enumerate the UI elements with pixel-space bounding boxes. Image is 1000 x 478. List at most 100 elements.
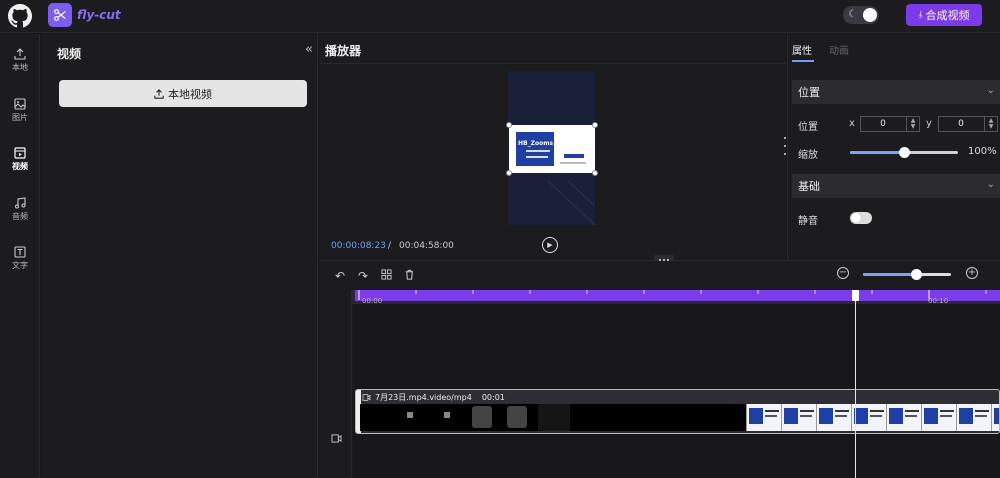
redo-icon[interactable]: ↷ <box>358 269 368 283</box>
position-y-input[interactable]: 0 ▲ ▼ <box>938 116 998 132</box>
section-position[interactable]: 位置 ⌄ <box>792 80 1000 104</box>
clip-frame <box>991 404 999 431</box>
stepper-icon[interactable]: ▲ ▼ <box>984 117 997 131</box>
scale-slider-fill <box>850 151 904 154</box>
section-basic[interactable]: 基础 ⌄ <box>792 174 1000 198</box>
undo-icon[interactable]: ↶ <box>335 269 345 283</box>
nav-item-label: 视频 <box>12 161 28 171</box>
zoom-in-icon[interactable]: + <box>966 267 978 279</box>
video-clip[interactable]: 7月23日.mp4.video/mp4 00:01 <box>355 389 1000 434</box>
video-icon <box>14 146 26 159</box>
total-time: 00:04:58:00 <box>399 241 454 251</box>
x-axis-label: x <box>849 118 855 129</box>
clip-thumbnails <box>360 404 999 431</box>
current-time: 00:00:08:23 <box>331 241 386 251</box>
text-icon <box>14 245 26 258</box>
playhead-line[interactable] <box>855 290 856 478</box>
zoom-out-icon[interactable]: − <box>837 267 849 279</box>
mute-label: 静音 <box>798 216 818 227</box>
delete-icon[interactable] <box>404 269 415 283</box>
clip-frame <box>746 404 781 431</box>
library-panel: 视频 « 本地视频 <box>41 34 318 478</box>
scale-value: 100% <box>968 146 997 157</box>
video-track-icon <box>331 434 342 446</box>
section-position-label: 位置 <box>798 86 820 99</box>
player-panel: 播放器 HB_Zooms 项目 00:00:08:23 / 00:04:58:0… <box>319 34 786 260</box>
zoom-slider-fill <box>863 273 916 276</box>
clip-frame <box>472 406 492 428</box>
export-video-button[interactable]: ⤓ 合成视频 <box>906 4 982 26</box>
dot <box>784 145 786 147</box>
clip-frame <box>851 404 886 431</box>
resize-handle-bottom-left[interactable] <box>506 170 512 176</box>
player-divider <box>319 63 786 64</box>
nav-item-audio[interactable]: 音频 <box>0 191 40 227</box>
download-icon: ⤓ <box>918 10 923 20</box>
nav-item-local[interactable]: 本地 <box>0 42 40 78</box>
scale-label: 缩放 <box>798 150 818 161</box>
split-icon[interactable] <box>381 269 392 283</box>
preview-text-line <box>560 162 586 164</box>
github-icon[interactable] <box>8 4 32 28</box>
top-bar: fly-cut ☾ ⤓ 合成视频 <box>0 0 1000 33</box>
theme-toggle[interactable]: ☾ <box>843 6 879 24</box>
local-video-button[interactable]: 本地视频 <box>59 80 307 107</box>
nav-item-label: 本地 <box>12 62 28 72</box>
app-name: fly-cut <box>77 8 121 22</box>
image-icon <box>14 97 26 110</box>
time-separator: / <box>388 241 392 251</box>
resize-handle-bottom-right[interactable] <box>592 170 598 176</box>
video-element-selection[interactable]: HB_Zooms 项目 <box>506 122 598 176</box>
nav-item-video[interactable]: 视频 <box>0 141 40 177</box>
play-icon: ▶ <box>547 241 553 249</box>
tab-animation[interactable]: 动画 <box>829 42 849 57</box>
clip-frame <box>956 404 991 431</box>
video-clip-icon <box>362 394 371 401</box>
library-title: 视频 <box>57 47 82 61</box>
preview-button <box>564 154 584 158</box>
playhead-handle[interactable] <box>852 290 859 301</box>
nav-item-text[interactable]: 文字 <box>0 240 40 276</box>
active-tab-indicator <box>792 60 814 62</box>
clip-frame <box>781 404 816 431</box>
tab-attributes[interactable]: 属性 <box>792 42 812 57</box>
clip-header: 7月23日.mp4.video/mp4 00:01 <box>362 392 505 403</box>
position-x-value: 0 <box>880 119 886 129</box>
y-axis-label: y <box>926 118 932 129</box>
section-basic-label: 基础 <box>798 180 820 193</box>
resize-handle-top-right[interactable] <box>592 122 598 128</box>
scale-slider-knob[interactable] <box>899 147 910 158</box>
nav-item-image[interactable]: 图片 <box>0 92 40 128</box>
ruler-label-start: 00:00 <box>362 297 383 305</box>
track-header-column <box>319 290 352 478</box>
mute-toggle[interactable] <box>850 212 872 224</box>
app-logo-icon <box>48 3 72 27</box>
nav-item-label: 图片 <box>12 112 28 122</box>
local-video-label: 本地视频 <box>168 87 212 101</box>
zoom-slider-knob[interactable] <box>910 269 922 280</box>
resize-handle-top-left[interactable] <box>506 122 512 128</box>
position-y-value: 0 <box>958 119 964 129</box>
moon-icon: ☾ <box>848 9 857 20</box>
music-icon <box>14 196 26 209</box>
upload-icon <box>14 47 26 60</box>
nav-item-label: 音频 <box>12 211 28 221</box>
ruler-label-tick: 00:10 <box>928 297 949 305</box>
clip-frame <box>886 404 921 431</box>
clip-duration: 00:01 <box>481 393 505 402</box>
timeline-panel: ↶ ↷ − + 00:00 00:10 7月23日.mp4.video/mp4 … <box>319 261 1000 478</box>
stepper-icon[interactable]: ▲ ▼ <box>906 117 919 131</box>
nav-item-label: 文字 <box>12 260 28 270</box>
scissors-icon <box>53 8 66 22</box>
clip-frame <box>538 404 570 431</box>
clip-frame <box>921 404 956 431</box>
play-button[interactable]: ▶ <box>542 237 558 253</box>
position-x-input[interactable]: 0 ▲ ▼ <box>860 116 920 132</box>
ruler-ticks <box>358 290 987 300</box>
collapse-panel-icon[interactable]: « <box>305 42 313 57</box>
preview-text-line <box>526 150 550 152</box>
properties-panel: 属性 动画 位置 ⌄ 位置 x 0 ▲ ▼ y 0 ▲ ▼ 缩放 100% 基础 ⌄… <box>787 34 1000 260</box>
chevron-down-icon: ⌄ <box>986 179 995 190</box>
chevron-down-icon: ⌄ <box>986 85 995 96</box>
dot <box>784 137 786 139</box>
